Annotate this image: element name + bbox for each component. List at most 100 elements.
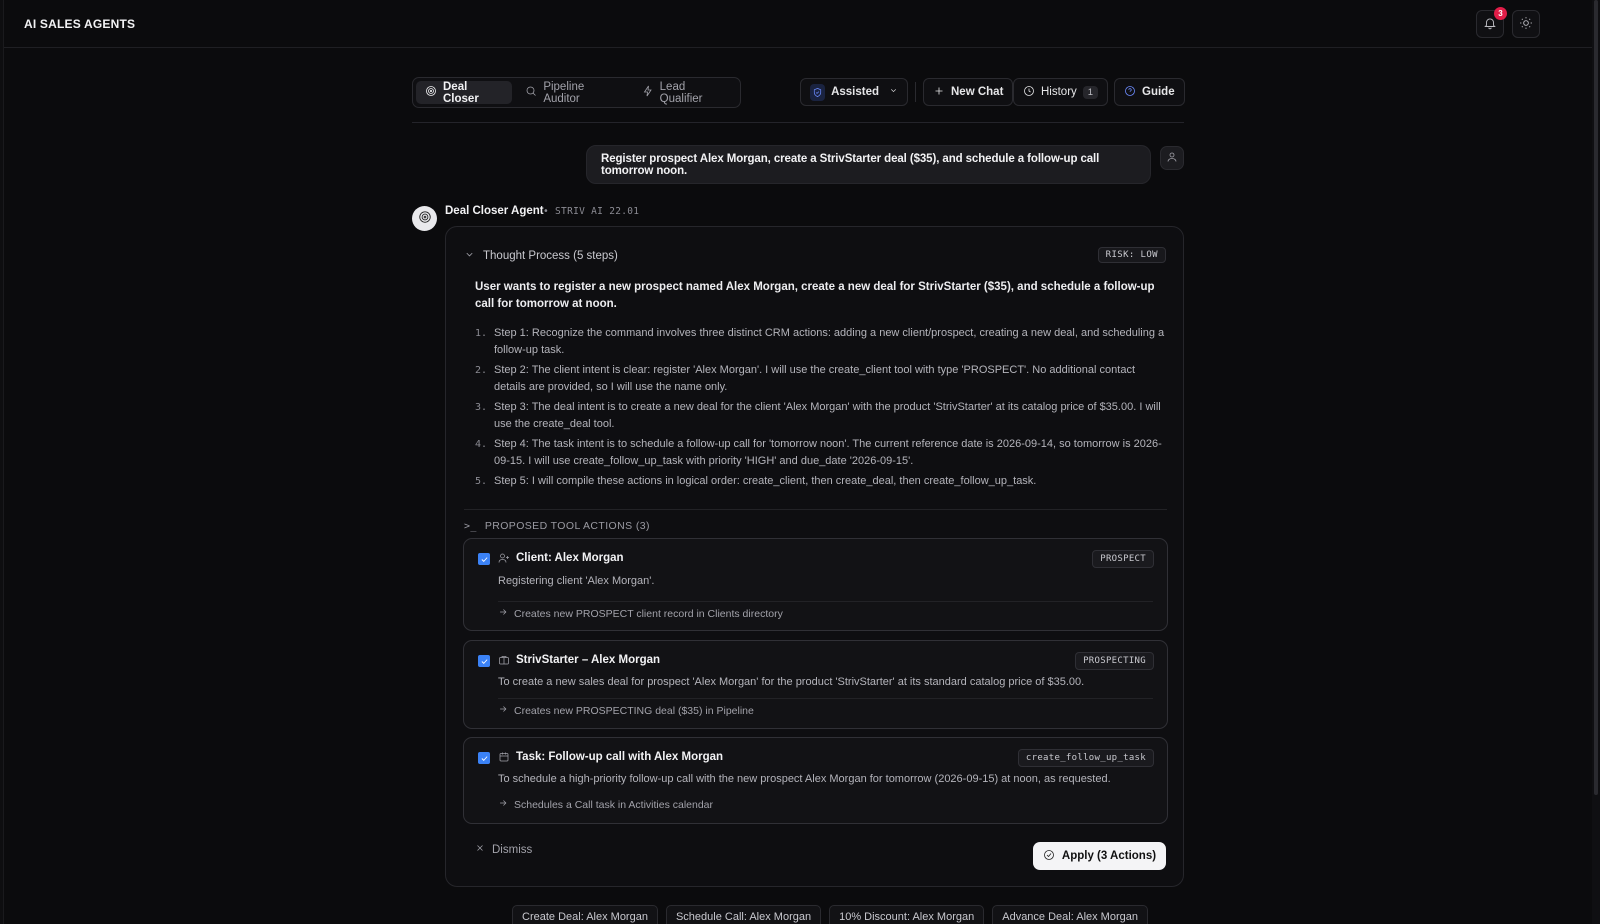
step-text: Step 3: The deal intent is to create a n… — [494, 401, 1161, 430]
action-description: To schedule a high-priority follow-up ca… — [498, 773, 1111, 785]
dismiss-button[interactable]: Dismiss — [475, 843, 532, 856]
target-icon — [425, 85, 437, 100]
agent-name: Deal Closer Agent — [445, 205, 544, 217]
guide-label: Guide — [1142, 86, 1175, 98]
step-text: Step 4: The task intent is to schedule a… — [494, 438, 1162, 467]
action-card-deal: StrivStarter – Alex Morgan PROSPECTING T… — [463, 640, 1168, 729]
section-divider — [464, 509, 1167, 510]
proposed-actions-title: PROPOSED TOOL ACTIONS (3) — [484, 520, 650, 532]
action-tag: create_follow_up_task — [1017, 749, 1154, 767]
dismiss-label: Dismiss — [492, 843, 533, 856]
step-text: Step 2: The client intent is clear: regi… — [494, 364, 1136, 393]
arrow-right-icon — [498, 704, 508, 717]
target-icon — [418, 210, 432, 227]
mode-label: Assisted — [831, 86, 879, 98]
action-checkbox[interactable] — [478, 553, 490, 565]
suggestion-chips: Create Deal: Alex Morgan Schedule Call: … — [512, 905, 1148, 924]
close-icon — [475, 843, 485, 856]
thought-step: 4. Step 4: The task intent is to schedule… — [475, 436, 1165, 469]
user-icon — [1166, 151, 1178, 166]
step-number: 5. — [475, 476, 488, 487]
user-avatar — [1160, 146, 1184, 170]
history-button[interactable]: History 1 — [1013, 78, 1109, 106]
action-checkbox[interactable] — [478, 655, 490, 667]
history-count: 1 — [1082, 85, 1099, 99]
thought-step: 5. Step 5: I will compile these actions i… — [475, 473, 1165, 490]
top-bar: AI SALES AGENTS 3 — [4, 0, 1594, 48]
apply-label: Apply (3 Actions) — [1061, 850, 1157, 862]
action-tag: PROSPECTING — [1075, 652, 1154, 670]
left-rail — [0, 0, 4, 924]
thought-step: 1. Step 1: Recognize the command involves… — [475, 325, 1165, 358]
thought-steps: 1. Step 1: Recognize the command involves… — [475, 325, 1165, 494]
thought-step: 2. Step 2: The client intent is clear: re… — [475, 362, 1165, 395]
help-circle-icon — [1124, 85, 1136, 100]
plus-icon — [933, 85, 945, 100]
step-text: Step 5: I will compile these actions in … — [494, 475, 1037, 487]
arrow-right-icon — [498, 607, 508, 620]
step-number: 2. — [475, 365, 488, 376]
action-effect: Schedules a Call task in Activities cale… — [498, 798, 713, 811]
action-effect-text: Schedules a Call task in Activities cale… — [514, 798, 714, 811]
theme-toggle-button[interactable] — [1512, 10, 1540, 38]
thought-step: 3. Step 3: The deal intent is to create a… — [475, 399, 1165, 432]
risk-badge: RISK: LOW — [1097, 247, 1166, 263]
action-divider — [498, 601, 1153, 602]
tab-lead-qualifier[interactable]: Lead Qualifier — [633, 81, 737, 105]
suggestion-chip[interactable]: 10% Discount: Alex Morgan — [829, 905, 985, 924]
step-text: Step 1: Recognize the command involves t… — [494, 327, 1165, 356]
notifications-button[interactable]: 3 — [1476, 7, 1507, 38]
action-description: To create a new sales deal for prospect … — [498, 676, 1085, 688]
action-checkbox[interactable] — [478, 752, 490, 764]
step-number: 3. — [475, 402, 488, 413]
action-card-client: Client: Alex Morgan PROSPECT Registering… — [463, 538, 1168, 631]
mode-select[interactable]: Assisted — [800, 78, 908, 106]
tab-pipeline-auditor[interactable]: Pipeline Auditor — [516, 80, 628, 105]
app-title: AI SALES AGENTS — [24, 17, 136, 31]
thought-process-title: Thought Process (5 steps) — [483, 250, 618, 262]
action-tag: PROSPECT — [1092, 550, 1154, 568]
search-icon — [525, 85, 537, 100]
page-scrollbar[interactable] — [1592, 0, 1600, 924]
guide-button[interactable]: Guide — [1114, 78, 1185, 106]
shield-icon — [810, 83, 826, 101]
new-chat-label: New Chat — [951, 86, 1004, 98]
tab-label: Pipeline Auditor — [543, 80, 585, 105]
calendar-icon — [498, 751, 510, 763]
clock-icon — [1023, 85, 1035, 100]
action-effect: Creates new PROSPECT client record in Cl… — [498, 607, 783, 620]
action-effect: Creates new PROSPECTING deal ($35) in Pi… — [498, 704, 754, 717]
thought-process-toggle[interactable]: Thought Process (5 steps) — [464, 249, 618, 263]
new-chat-button[interactable]: New Chat — [923, 78, 1014, 106]
user-plus-icon — [498, 552, 510, 564]
tab-deal-closer[interactable]: Deal Closer — [416, 81, 513, 105]
thought-summary: User wants to register a new prospect na… — [475, 281, 1155, 310]
briefcase-icon — [498, 654, 510, 666]
notification-badge: 3 — [1494, 7, 1507, 20]
apply-actions-button[interactable]: Apply (3 Actions) — [1033, 842, 1166, 870]
action-title: StrivStarter – Alex Morgan — [516, 654, 661, 666]
action-title: Task: Follow-up call with Alex Morgan — [516, 751, 724, 763]
suggestion-chip[interactable]: Advance Deal: Alex Morgan — [992, 905, 1148, 924]
action-description: Registering client 'Alex Morgan'. — [498, 575, 655, 587]
action-effect-text: Creates new PROSPECT client record in Cl… — [514, 607, 783, 620]
agent-avatar — [412, 206, 437, 231]
toolbar-separator — [915, 82, 916, 102]
chevron-down-icon — [889, 86, 898, 98]
suggestion-chip[interactable]: Create Deal: Alex Morgan — [512, 905, 658, 924]
history-label: History — [1041, 86, 1077, 98]
action-title: Client: Alex Morgan — [516, 552, 624, 564]
sun-icon — [1519, 16, 1533, 33]
agent-meta: • STRIV AI 22.01 — [543, 206, 640, 217]
agent-tabs: Deal Closer Pipeline Auditor Lead Qualif… — [412, 77, 741, 108]
suggestion-chip[interactable]: Schedule Call: Alex Morgan — [665, 905, 822, 924]
toolbar-divider — [412, 122, 1184, 123]
terminal-icon: >_ — [464, 520, 477, 532]
scrollbar-thumb[interactable] — [1594, 0, 1598, 795]
action-divider — [498, 698, 1153, 699]
step-number: 4. — [475, 439, 488, 450]
proposed-actions-header: >_ PROPOSED TOOL ACTIONS (3) — [464, 520, 650, 532]
agent-response-card: Thought Process (5 steps) RISK: LOW User… — [445, 226, 1184, 887]
chevron-down-icon — [464, 249, 475, 263]
check-circle-icon — [1043, 849, 1055, 864]
